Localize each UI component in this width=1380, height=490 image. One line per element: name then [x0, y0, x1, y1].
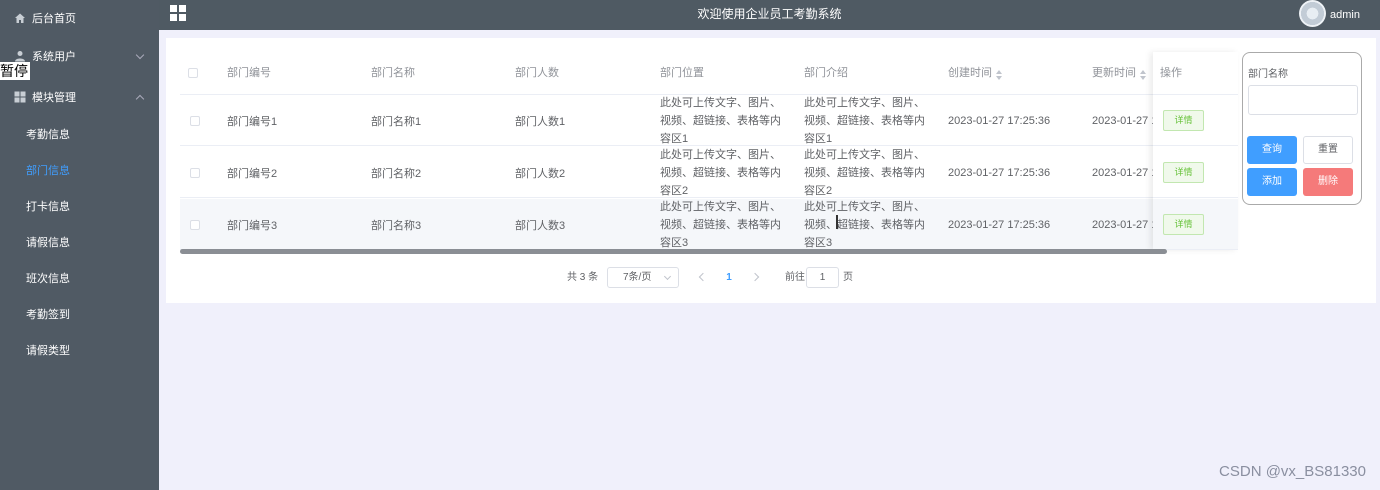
nav-home-label: 后台首页	[32, 13, 76, 25]
table-header: 部门编号 部门名称 部门人数 部门位置 部门介绍 创建时间 更新时间	[180, 52, 1238, 95]
cell-dept-count: 部门人数2	[515, 167, 566, 180]
page-size-select[interactable]: 7条/页	[607, 267, 679, 288]
cell-dept-name: 部门名称2	[371, 167, 422, 180]
cell-created-time: 2023-01-27 17:25:36	[948, 218, 1051, 231]
query-button[interactable]: 查询	[1247, 136, 1297, 164]
cell-dept-location: 此处可上传文字、图片、视频、超链接、表格等内容区3	[660, 200, 781, 249]
table-row: 部门编号3 部门名称3 部门人数3 此处可上传文字、图片、视频、超链接、表格等内…	[180, 199, 1238, 250]
department-table: 部门编号 部门名称 部门人数 部门位置 部门介绍 创建时间 更新时间 部门编号1…	[180, 52, 1238, 250]
action-cell: 详情	[1153, 199, 1238, 250]
cell-dept-name: 部门名称1	[371, 115, 422, 128]
sidebar-item-leave-type[interactable]: 请假类型	[0, 333, 159, 369]
nav-system-users-label: 系统用户	[32, 51, 76, 63]
col-dept-location: 部门位置	[660, 67, 704, 79]
page-title: 欢迎使用企业员工考勤系统	[697, 7, 842, 21]
search-label: 部门名称	[1248, 69, 1288, 80]
col-updated-time[interactable]: 更新时间	[1092, 52, 1146, 95]
text-cursor	[836, 215, 838, 229]
col-actions: 操作	[1160, 67, 1182, 79]
cell-dept-location: 此处可上传文字、图片、视频、超链接、表格等内容区1	[660, 96, 781, 145]
row-checkbox[interactable]	[190, 199, 200, 250]
row-checkbox[interactable]	[190, 95, 200, 146]
cell-updated-time: 2023-01-27 1	[1092, 114, 1158, 127]
menu-toggle-icon[interactable]	[170, 5, 186, 21]
col-created-time-label: 创建时间	[948, 67, 992, 79]
top-bar: 欢迎使用企业员工考勤系统 admin	[159, 0, 1380, 30]
content-panel: 部门编号 部门名称 部门人数 部门位置 部门介绍 创建时间 更新时间 部门编号1…	[166, 38, 1376, 303]
cell-dept-count: 部门人数3	[515, 219, 566, 232]
row-checkbox[interactable]	[190, 147, 200, 198]
cell-dept-name: 部门名称3	[371, 219, 422, 232]
chevron-down-icon	[135, 50, 145, 60]
cell-dept-code: 部门编号3	[227, 219, 278, 232]
search-panel: 部门名称 查询 重置 添加 删除	[1242, 52, 1362, 205]
cell-dept-intro: 此处可上传文字、图片、视频、超链接、表格等内容区2	[804, 148, 925, 197]
pause-overlay-label: 暂停	[0, 62, 30, 80]
sidebar: 后台首页 系统用户 模块管理 考勤信息 部门信息 打卡信息 请假信息 班次信息 …	[0, 0, 159, 490]
cell-dept-code: 部门编号1	[227, 115, 278, 128]
goto-page-input[interactable]: 1	[806, 267, 839, 288]
watermark: CSDN @vx_BS81330	[1219, 463, 1366, 480]
user-icon	[15, 51, 25, 62]
cell-dept-location: 此处可上传文字、图片、视频、超链接、表格等内容区2	[660, 148, 781, 197]
page-size-value: 7条/页	[623, 272, 652, 283]
avatar[interactable]	[1299, 0, 1326, 27]
action-cell: 详情	[1153, 95, 1238, 146]
col-dept-code: 部门编号	[227, 67, 271, 79]
action-column: 操作 详情 详情 详情	[1153, 52, 1238, 250]
col-dept-intro: 部门介绍	[804, 67, 848, 79]
col-dept-name: 部门名称	[371, 67, 415, 79]
detail-button[interactable]: 详情	[1163, 214, 1204, 235]
cell-dept-count: 部门人数1	[515, 115, 566, 128]
action-cell: 详情	[1153, 147, 1238, 198]
goto-label: 前往	[785, 272, 805, 283]
sidebar-item-department[interactable]: 部门信息	[0, 153, 159, 189]
reset-button[interactable]: 重置	[1303, 136, 1353, 164]
home-icon	[15, 13, 25, 23]
col-dept-count: 部门人数	[515, 67, 559, 79]
detail-button[interactable]: 详情	[1163, 110, 1204, 131]
dept-name-search-input[interactable]	[1248, 85, 1358, 115]
table-row: 部门编号2 部门名称2 部门人数2 此处可上传文字、图片、视频、超链接、表格等内…	[180, 147, 1238, 198]
nav-home[interactable]: 后台首页	[0, 0, 159, 36]
col-created-time[interactable]: 创建时间	[948, 52, 1002, 95]
cell-dept-intro: 此处可上传文字、图片、视频、超链接、表格等内容区3	[804, 200, 925, 249]
cell-created-time: 2023-01-27 17:25:36	[948, 114, 1051, 127]
grid-icon	[14, 91, 26, 103]
user-name[interactable]: admin	[1330, 0, 1360, 30]
cell-updated-time: 2023-01-27 1	[1092, 166, 1158, 179]
horizontal-scrollbar[interactable]	[180, 249, 1167, 254]
table-row: 部门编号1 部门名称1 部门人数1 此处可上传文字、图片、视频、超链接、表格等内…	[180, 95, 1238, 146]
sidebar-item-clock-in[interactable]: 打卡信息	[0, 189, 159, 225]
page-number-current[interactable]: 1	[722, 267, 736, 289]
col-updated-time-label: 更新时间	[1092, 67, 1136, 79]
chevron-up-icon	[135, 94, 145, 104]
pagination-total: 共 3 条	[567, 272, 599, 283]
sidebar-item-sign-in[interactable]: 考勤签到	[0, 297, 159, 333]
cell-created-time: 2023-01-27 17:25:36	[948, 166, 1051, 179]
sidebar-item-shift[interactable]: 班次信息	[0, 261, 159, 297]
page-unit-label: 页	[843, 272, 853, 283]
nav-module-mgmt[interactable]: 模块管理	[0, 79, 159, 115]
select-all-checkbox[interactable]	[188, 68, 198, 78]
delete-button[interactable]: 删除	[1303, 168, 1353, 196]
cell-dept-code: 部门编号2	[227, 167, 278, 180]
cell-dept-intro: 此处可上传文字、图片、视频、超链接、表格等内容区1	[804, 96, 925, 145]
chevron-down-icon	[663, 272, 672, 281]
detail-button[interactable]: 详情	[1163, 162, 1204, 183]
cell-updated-time: 2023-01-27 1	[1092, 218, 1158, 231]
nav-module-mgmt-label: 模块管理	[32, 92, 76, 104]
sidebar-item-leave[interactable]: 请假信息	[0, 225, 159, 261]
sidebar-item-attendance[interactable]: 考勤信息	[0, 117, 159, 153]
add-button[interactable]: 添加	[1247, 168, 1297, 196]
